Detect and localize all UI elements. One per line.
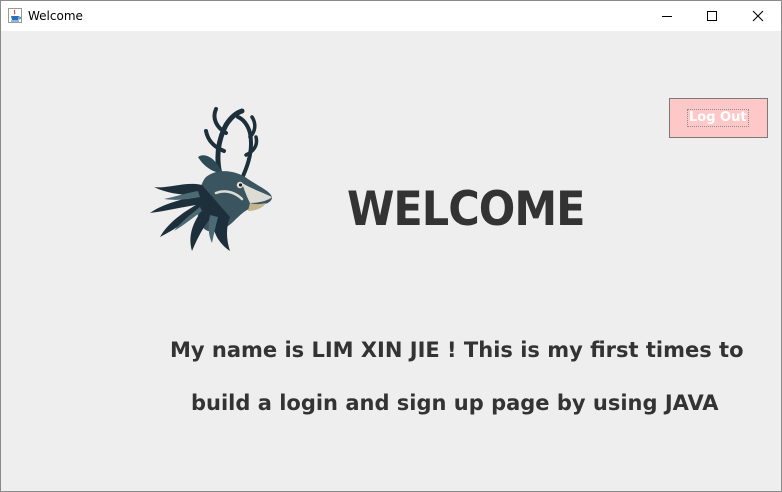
minimize-icon xyxy=(662,16,672,17)
bio-text-line-2: build a login and sign up page by using … xyxy=(191,391,719,415)
logout-button[interactable]: Log Out xyxy=(669,98,768,138)
welcome-window: Welcome WELCOME Log Out My name is LIM X… xyxy=(0,0,782,492)
welcome-heading: WELCOME xyxy=(347,182,585,238)
maximize-icon xyxy=(707,11,717,21)
minimize-button[interactable] xyxy=(645,1,690,31)
deer-logo-icon xyxy=(150,107,272,251)
title-bar[interactable]: Welcome xyxy=(1,1,781,31)
java-app-icon[interactable] xyxy=(8,8,22,23)
content-panel: WELCOME Log Out My name is LIM XIN JIE !… xyxy=(1,31,781,491)
window-title: Welcome xyxy=(28,9,83,23)
close-button[interactable] xyxy=(736,1,781,31)
close-icon xyxy=(752,10,764,22)
logout-button-label: Log Out xyxy=(687,109,749,127)
bio-text-line-1: My name is LIM XIN JIE ! This is my firs… xyxy=(170,338,744,362)
maximize-button[interactable] xyxy=(690,1,735,31)
